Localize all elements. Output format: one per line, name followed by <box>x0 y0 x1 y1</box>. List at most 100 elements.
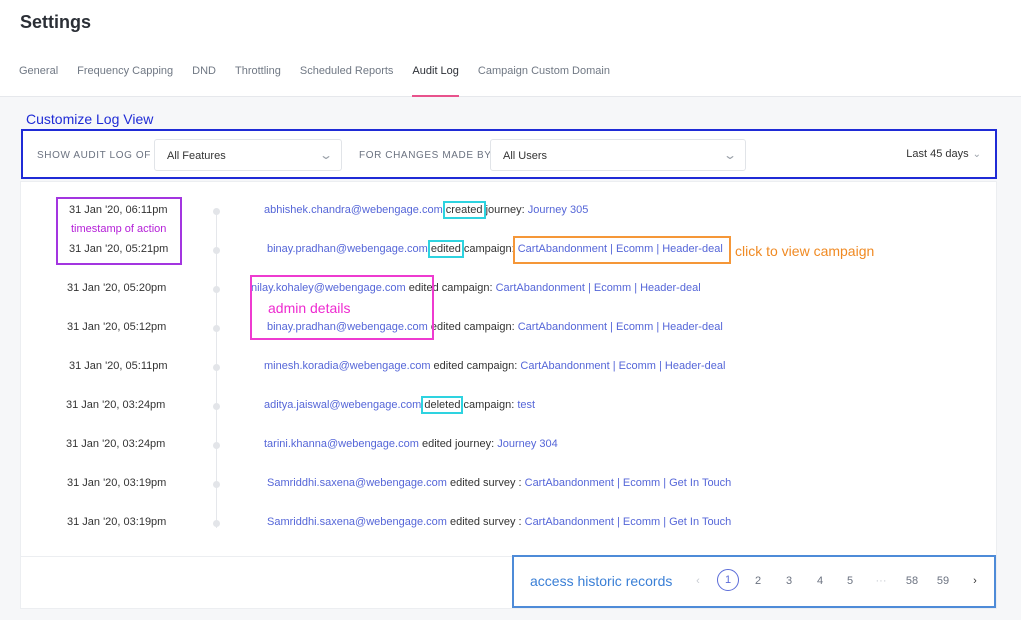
timeline-dot <box>213 481 220 488</box>
timeline-dot <box>213 364 220 371</box>
log-user-link[interactable]: binay.pradhan@webengage.com <box>267 243 428 255</box>
log-row: 31 Jan '20, 03:19pm Samriddhi.saxena@web… <box>20 474 997 494</box>
pagination-page-2[interactable]: 2 <box>750 575 766 587</box>
timeline-dot <box>213 325 220 332</box>
log-target-link[interactable]: CartAbandonment | Ecomm | Header-deal <box>496 282 701 294</box>
feature-filter-value: All Features <box>167 150 226 162</box>
log-user-link[interactable]: aditya.jaiswal@webengage.com <box>264 399 421 411</box>
timeline-dot <box>213 442 220 449</box>
timeline-dot <box>213 247 220 254</box>
date-range-select[interactable]: Last 45 days ⌄ <box>906 148 981 160</box>
timeline-dot <box>213 208 220 215</box>
date-range-value: Last 45 days <box>906 148 969 160</box>
timeline-dot <box>213 286 220 293</box>
log-object-type: survey : <box>483 516 522 528</box>
log-action: edited <box>433 360 464 372</box>
filter-bar: SHOW AUDIT LOG OF All Features ⌄ FOR CHA… <box>21 129 997 179</box>
tab-scheduled-reports[interactable]: Scheduled Reports <box>300 65 394 97</box>
pagination-page-59[interactable]: 59 <box>935 575 951 587</box>
log-object-type: journey: <box>455 438 495 450</box>
log-user-link[interactable]: Samriddhi.saxena@webengage.com <box>267 477 447 489</box>
log-user-link[interactable]: Samriddhi.saxena@webengage.com <box>267 516 447 528</box>
show-audit-log-label: SHOW AUDIT LOG OF <box>37 150 151 161</box>
log-object-type: survey : <box>483 477 522 489</box>
log-action: created <box>442 201 486 219</box>
log-target-link[interactable]: CartAbandonment | Ecomm | Get In Touch <box>525 477 732 489</box>
campaign-annotation: click to view campaign <box>735 243 875 259</box>
log-row: 31 Jan '20, 03:24pm tarini.khanna@webeng… <box>20 435 997 455</box>
log-user-link[interactable]: minesh.koradia@webengage.com <box>264 360 430 372</box>
chevron-down-icon: ⌄ <box>318 148 334 162</box>
log-action: edited <box>427 240 464 258</box>
log-target-link[interactable]: Journey 305 <box>528 204 589 216</box>
timestamp-annotation: timestamp of action <box>71 223 167 235</box>
log-entry: tarini.khanna@webengage.com edited journ… <box>264 438 558 450</box>
log-action: edited <box>450 516 480 528</box>
timeline-dot <box>213 520 220 527</box>
pagination-ellipsis: ··· <box>875 575 887 587</box>
chevron-down-icon: ⌄ <box>722 148 738 162</box>
log-timestamp: 31 Jan '20, 05:20pm <box>67 282 167 294</box>
history-annotation: access historic records <box>530 573 673 589</box>
log-object-type: campaign: <box>463 321 515 333</box>
changes-made-by-label: FOR CHANGES MADE BY <box>359 150 492 161</box>
log-timestamp: 31 Jan '20, 03:19pm <box>67 477 167 489</box>
log-row: 31 Jan '20, 05:12pm binay.pradhan@webeng… <box>20 318 997 338</box>
timeline-dot <box>213 403 220 410</box>
customize-log-view-annotation: Customize Log View <box>26 111 154 127</box>
log-object-type: campaign: <box>441 282 493 294</box>
log-timestamp: 31 Jan '20, 05:12pm <box>67 321 167 333</box>
pagination-page-4[interactable]: 4 <box>812 575 828 587</box>
tab-general[interactable]: General <box>19 65 58 97</box>
log-timestamp: 31 Jan '20, 03:24pm <box>66 399 166 411</box>
log-target-link[interactable]: test <box>517 399 535 411</box>
log-target-link[interactable]: CartAbandonment | Ecomm | Header-deal <box>518 321 723 333</box>
admin-annotation: admin details <box>268 300 351 316</box>
user-filter-value: All Users <box>503 150 548 162</box>
log-row: 31 Jan '20, 05:11pm minesh.koradia@weben… <box>20 357 997 377</box>
pagination-page-58[interactable]: 58 <box>904 575 920 587</box>
tab-dnd[interactable]: DND <box>192 65 216 97</box>
pagination-prev-button[interactable]: ‹ <box>690 575 706 587</box>
settings-header: Settings General Frequency Capping DND T… <box>0 0 1021 97</box>
log-entry: aditya.jaiswal@webengage.com deleted cam… <box>264 396 535 414</box>
log-action: edited <box>421 438 452 450</box>
log-timestamp: 31 Jan '20, 05:11pm <box>69 360 168 372</box>
log-target-link[interactable]: CartAbandonment | Ecomm | Get In Touch <box>525 516 732 528</box>
log-user-link[interactable]: tarini.khanna@webengage.com <box>264 438 419 450</box>
log-action: edited <box>450 477 480 489</box>
tab-campaign-custom-domain[interactable]: Campaign Custom Domain <box>478 65 610 97</box>
tab-frequency-capping[interactable]: Frequency Capping <box>77 65 173 97</box>
log-row: 31 Jan '20, 03:24pm aditya.jaiswal@weben… <box>20 396 997 416</box>
pagination-next-button[interactable]: › <box>967 575 983 587</box>
settings-tabs: General Frequency Capping DND Throttling… <box>19 65 629 97</box>
log-target-link[interactable]: CartAbandonment | Ecomm | Header-deal <box>520 360 725 372</box>
log-entry: abhishek.chandra@webengage.com created j… <box>264 201 589 219</box>
tab-audit-log[interactable]: Audit Log <box>412 65 460 97</box>
campaign-annotation-box <box>513 236 731 264</box>
log-object-type: campaign: <box>466 360 518 372</box>
log-entry: Samriddhi.saxena@webengage.com edited su… <box>267 516 731 528</box>
log-object-type: campaign: <box>463 399 515 411</box>
log-timestamp: 31 Jan '20, 03:19pm <box>67 516 167 528</box>
log-entry: minesh.koradia@webengage.com edited camp… <box>264 360 725 372</box>
pagination-page-5[interactable]: 5 <box>842 575 858 587</box>
log-target-link[interactable]: Journey 304 <box>497 438 558 450</box>
tab-throttling[interactable]: Throttling <box>235 65 281 97</box>
user-filter-select[interactable]: All Users ⌄ <box>490 139 746 171</box>
log-user-link[interactable]: abhishek.chandra@webengage.com <box>264 204 443 216</box>
log-row: 31 Jan '20, 05:20pm nilay.kohaley@webeng… <box>20 279 997 299</box>
log-entry: Samriddhi.saxena@webengage.com edited su… <box>267 477 731 489</box>
pagination-annotation-box: access historic records ‹ 1 2 3 4 5 ··· … <box>512 555 996 608</box>
feature-filter-select[interactable]: All Features ⌄ <box>154 139 342 171</box>
pagination-page-1[interactable]: 1 <box>717 569 739 591</box>
chevron-down-icon: ⌄ <box>972 149 981 160</box>
log-object-type: campaign: <box>463 243 515 255</box>
page-title: Settings <box>20 12 92 32</box>
log-action: edited <box>430 321 461 333</box>
pagination-page-3[interactable]: 3 <box>781 575 797 587</box>
log-object-type: journey: <box>485 204 525 216</box>
log-action: deleted <box>421 396 464 414</box>
log-timestamp: 31 Jan '20, 03:24pm <box>66 438 166 450</box>
log-row: 31 Jan '20, 03:19pm Samriddhi.saxena@web… <box>20 513 997 533</box>
